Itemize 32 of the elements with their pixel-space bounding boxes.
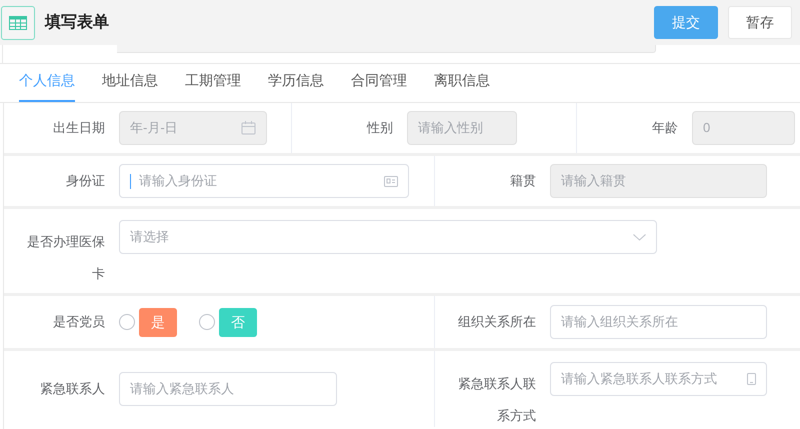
field-label: 出生日期 [53, 119, 105, 137]
input-field[interactable]: 请输入身份证 [119, 164, 409, 198]
save-draft-button[interactable]: 暂存 [728, 6, 792, 39]
field-label: 紧急联系人联系方式 [457, 375, 536, 425]
submit-button[interactable]: 提交 [654, 6, 718, 39]
input-field[interactable]: 请输入紧急联系人联系方式 [550, 362, 767, 396]
tab[interactable]: 合同管理 [351, 70, 407, 102]
tab[interactable]: 地址信息 [102, 70, 158, 102]
field-label: 身份证 [66, 172, 105, 190]
radio-button[interactable] [119, 314, 135, 330]
option-tag: 否 [219, 308, 257, 336]
field-label: 组织关系所在 [458, 313, 536, 331]
field-label: 紧急联系人 [40, 380, 105, 398]
phone-icon [747, 373, 756, 385]
chevron-down-icon [633, 234, 646, 240]
page-title: 填写表单 [45, 12, 109, 32]
option-tag: 是 [139, 308, 177, 336]
tab[interactable]: 工期管理 [185, 70, 241, 102]
tab[interactable]: 学历信息 [268, 70, 324, 102]
tab[interactable]: 个人信息 [19, 70, 75, 102]
radio-button[interactable] [199, 314, 215, 330]
field-label: 年龄 [652, 119, 678, 137]
field-label: 性别 [367, 119, 393, 137]
input-field[interactable]: 请输入紧急联系人 [119, 372, 337, 406]
tab[interactable]: 离职信息 [434, 70, 490, 102]
calendar-icon [241, 121, 256, 135]
id-card-icon [384, 176, 398, 186]
input-field[interactable]: 请输入组织关系所在 [550, 305, 767, 339]
field-label: 是否党员 [53, 313, 105, 331]
field-label: 籍贯 [510, 172, 536, 190]
field-label: 是否办理医保卡 [26, 233, 105, 283]
select-field[interactable]: 请选择 [119, 220, 657, 254]
